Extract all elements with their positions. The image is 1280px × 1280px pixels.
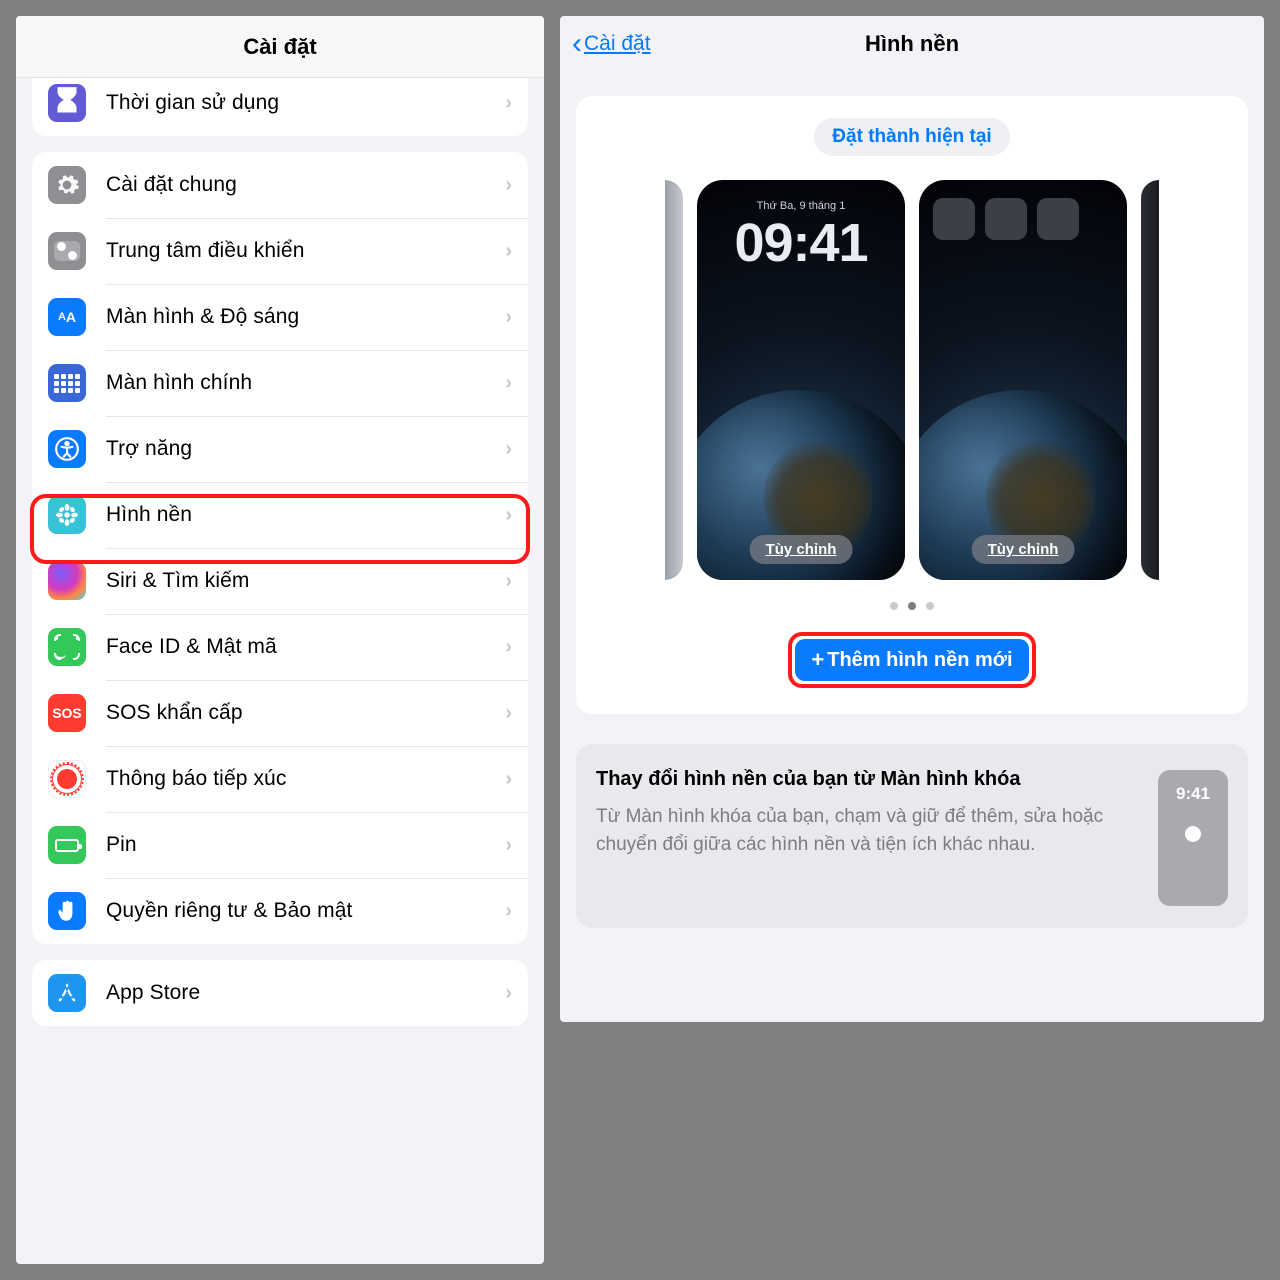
dot[interactable]: [926, 602, 934, 610]
chevron-left-icon: ‹: [572, 29, 582, 59]
customize-lock-button[interactable]: Tùy chỉnh: [750, 535, 853, 564]
wallpaper-previews[interactable]: Thứ Ba, 9 tháng 1 09:41 Tùy chỉnh Tùy ch…: [576, 180, 1248, 580]
row-privacy[interactable]: Quyền riêng tư & Bảo mật ›: [32, 878, 528, 944]
tip-thumbnail: 9:41: [1158, 770, 1228, 906]
appstore-icon: [48, 974, 86, 1012]
row-home-screen[interactable]: Màn hình chính ›: [32, 350, 528, 416]
group-main: Cài đặt chung › Trung tâm điều khiển › A…: [32, 152, 528, 944]
chevron-right-icon: ›: [505, 92, 512, 115]
plus-icon: +: [811, 647, 824, 673]
lock-date: Thứ Ba, 9 tháng 1: [697, 200, 905, 212]
row-sos[interactable]: SOS SOS khẩn cấp ›: [32, 680, 528, 746]
grid-icon: [48, 364, 86, 402]
wallpaper-header: ‹ Cài đặt Hình nền: [560, 16, 1264, 72]
settings-pane: Cài đặt Thời gian sử dụng ›: [16, 16, 544, 1264]
customize-home-button[interactable]: Tùy chỉnh: [972, 535, 1075, 564]
chevron-right-icon: ›: [505, 834, 512, 857]
prev-wallpaper-edge[interactable]: [665, 180, 683, 580]
row-wallpaper[interactable]: Hình nền ›: [32, 482, 528, 548]
widget-placeholders: [933, 198, 1079, 240]
text-size-icon: AA: [48, 298, 86, 336]
row-siri[interactable]: Siri & Tìm kiếm ›: [32, 548, 528, 614]
sos-icon: SOS: [48, 694, 86, 732]
chevron-right-icon: ›: [505, 636, 512, 659]
group-screentime: Thời gian sử dụng ›: [32, 78, 528, 136]
back-button[interactable]: ‹ Cài đặt: [572, 16, 651, 72]
chevron-right-icon: ›: [505, 702, 512, 725]
row-label: Thời gian sử dụng: [106, 91, 505, 115]
homescreen-preview[interactable]: Tùy chỉnh: [919, 180, 1127, 580]
faceid-icon: [48, 628, 86, 666]
row-battery[interactable]: Pin ›: [32, 812, 528, 878]
row-appstore[interactable]: App Store ›: [32, 960, 528, 1026]
tip-body: Từ Màn hình khóa của bạn, chạm và giữ để…: [596, 803, 1140, 858]
add-wallpaper-button[interactable]: + Thêm hình nền mới: [795, 639, 1028, 681]
dot-active[interactable]: [908, 602, 916, 610]
chevron-right-icon: ›: [505, 768, 512, 791]
tip-card: Thay đổi hình nền của bạn từ Màn hình kh…: [576, 744, 1248, 928]
exposure-icon: [48, 760, 86, 798]
battery-icon: [48, 826, 86, 864]
row-accessibility[interactable]: Trợ năng ›: [32, 416, 528, 482]
wallpaper-title: Hình nền: [865, 31, 959, 57]
lock-time: 09:41: [697, 212, 905, 274]
chevron-right-icon: ›: [505, 306, 512, 329]
next-wallpaper-edge[interactable]: [1141, 180, 1159, 580]
wallpaper-card: Đặt thành hiện tại Thứ Ba, 9 tháng 1 09:…: [576, 96, 1248, 714]
chevron-right-icon: ›: [505, 982, 512, 1005]
row-control-center[interactable]: Trung tâm điều khiển ›: [32, 218, 528, 284]
touch-dot-icon: [1185, 826, 1201, 842]
settings-title: Cài đặt: [243, 34, 316, 60]
row-faceid[interactable]: Face ID & Mật mã ›: [32, 614, 528, 680]
flower-icon: [48, 496, 86, 534]
tip-title: Thay đổi hình nền của bạn từ Màn hình kh…: [596, 766, 1140, 793]
lockscreen-preview[interactable]: Thứ Ba, 9 tháng 1 09:41 Tùy chỉnh: [697, 180, 905, 580]
set-current-pill[interactable]: Đặt thành hiện tại: [814, 118, 1009, 156]
gear-icon: [48, 166, 86, 204]
dot[interactable]: [890, 602, 898, 610]
accessibility-icon: [48, 430, 86, 468]
wallpaper-pane: ‹ Cài đặt Hình nền Đặt thành hiện tại Th…: [560, 16, 1264, 1022]
chevron-right-icon: ›: [505, 570, 512, 593]
toggles-icon: [48, 232, 86, 270]
highlight-add-button: + Thêm hình nền mới: [788, 632, 1035, 688]
row-screentime[interactable]: Thời gian sử dụng ›: [32, 78, 528, 136]
row-general[interactable]: Cài đặt chung ›: [32, 152, 528, 218]
group-store: App Store ›: [32, 960, 528, 1026]
chevron-right-icon: ›: [505, 372, 512, 395]
page-dots[interactable]: [576, 602, 1248, 610]
chevron-right-icon: ›: [505, 438, 512, 461]
row-display[interactable]: AA Màn hình & Độ sáng ›: [32, 284, 528, 350]
row-exposure[interactable]: Thông báo tiếp xúc ›: [32, 746, 528, 812]
hand-icon: [48, 892, 86, 930]
chevron-right-icon: ›: [505, 504, 512, 527]
chevron-right-icon: ›: [505, 240, 512, 263]
chevron-right-icon: ›: [505, 900, 512, 923]
settings-header: Cài đặt: [16, 16, 544, 78]
chevron-right-icon: ›: [505, 174, 512, 197]
hourglass-icon: [48, 84, 86, 122]
siri-icon: [48, 562, 86, 600]
